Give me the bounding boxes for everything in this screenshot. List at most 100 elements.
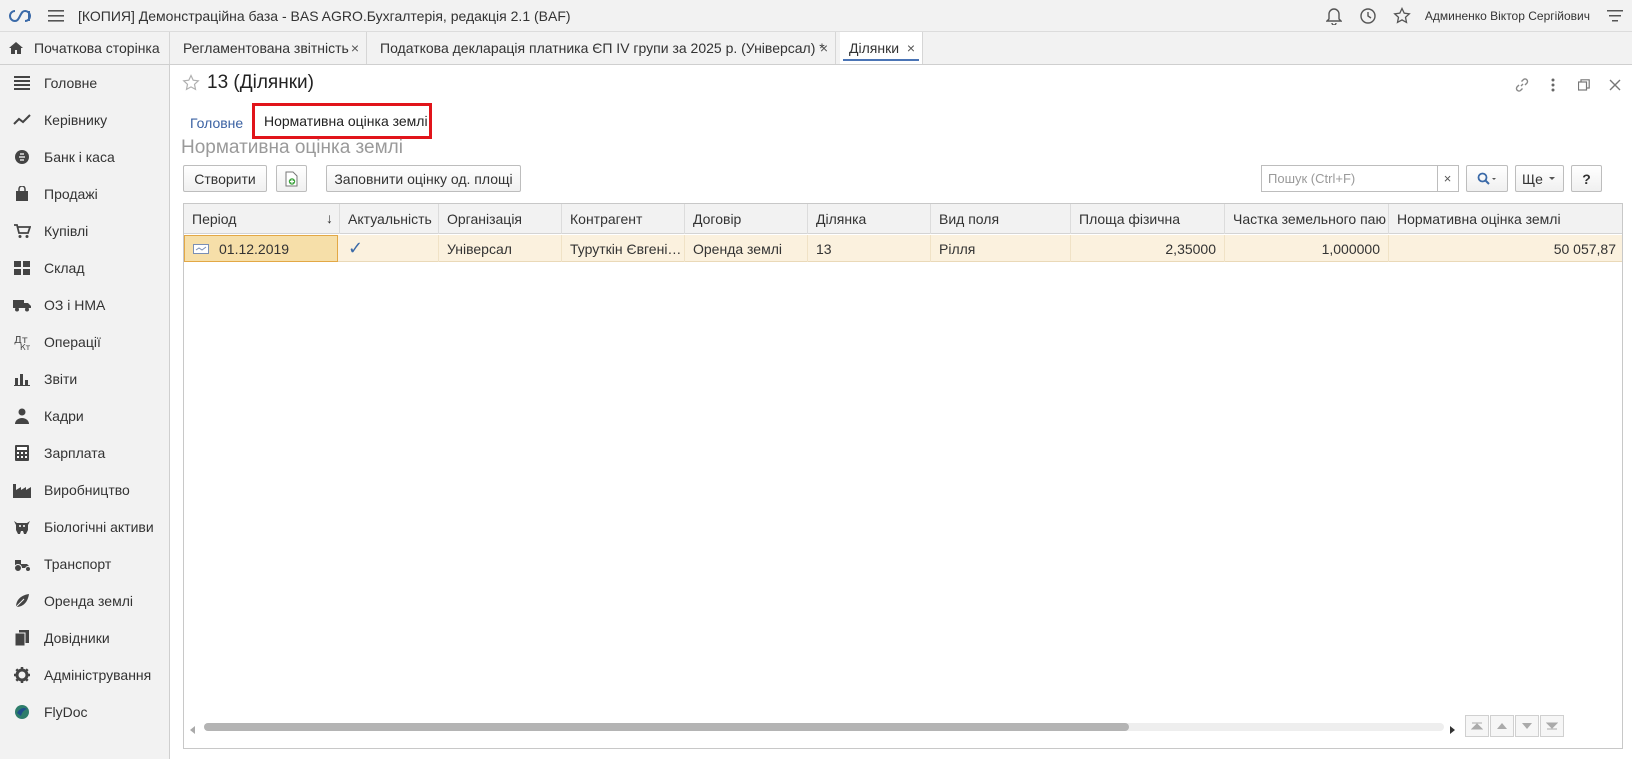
sidebar-item-hr[interactable]: Кадри [0, 398, 169, 434]
sidebar-item-administration[interactable]: Адміністрування [0, 657, 169, 693]
cell-area[interactable]: 2,35000 [1071, 235, 1225, 262]
menu-icon[interactable] [40, 0, 72, 32]
section-tab-land-valuation[interactable]: Нормативна оцінка землі [252, 103, 432, 139]
sidebar-item-sales[interactable]: Продажі [0, 176, 169, 212]
valuation-table[interactable]: Період ↓ Актуальність Організація Контра… [183, 203, 1623, 749]
help-button[interactable]: ? [1571, 165, 1602, 192]
settings-menu-icon[interactable] [1598, 0, 1632, 32]
cell-valuation[interactable]: 50 057,87 [1389, 235, 1622, 262]
favorite-star-icon[interactable] [182, 74, 200, 95]
page-down-icon[interactable] [1515, 715, 1539, 737]
sidebar-item-bank[interactable]: Банк і каса [0, 139, 169, 175]
close-icon[interactable]: × [820, 40, 828, 56]
fill-valuation-button[interactable]: Заповнити оцінку од. площі [326, 165, 521, 192]
sidebar-item-label: Склад [44, 260, 85, 276]
tab-tax-declaration[interactable]: Податкова декларація платника ЄП IV груп… [371, 32, 836, 64]
sidebar-item-fixed-assets[interactable]: ОЗ і НМА [0, 287, 169, 323]
close-icon[interactable]: × [907, 40, 915, 56]
sidebar-item-warehouse[interactable]: Склад [0, 250, 169, 286]
history-icon[interactable] [1351, 0, 1385, 32]
sidebar-item-label: Зарплата [44, 445, 106, 461]
more-vertical-icon[interactable] [1543, 75, 1563, 95]
cell-field-type[interactable]: Рілля [931, 235, 1071, 262]
open-windows-bar: Початкова сторінка Регламентована звітні… [0, 32, 1632, 65]
cell-contract[interactable]: Оренда землі [685, 235, 808, 262]
sidebar-item-label: Адміністрування [44, 667, 152, 683]
sidebar-item-directories[interactable]: Довідники [0, 620, 169, 656]
truck-icon [0, 298, 44, 312]
bell-icon[interactable] [1317, 0, 1351, 32]
close-icon[interactable]: × [351, 40, 359, 56]
bas-logo-icon[interactable] [0, 0, 40, 32]
cell-actuality-check-icon[interactable]: ✓ [340, 235, 439, 262]
scroll-left-icon[interactable] [190, 721, 196, 737]
operations-icon: Дт Кт [0, 334, 44, 350]
sidebar-item-reports[interactable]: Звіти [0, 361, 169, 397]
go-last-icon[interactable] [1540, 715, 1564, 737]
column-header-contract[interactable]: Договір [685, 204, 808, 234]
app-title: [КОПИЯ] Демонстраційна база - BAS AGRO.Б… [78, 7, 571, 24]
sidebar: Головне Керівнику Банк і каса Продажі Ку… [0, 65, 170, 759]
sidebar-item-transport[interactable]: Транспорт [0, 546, 169, 582]
home-icon [9, 42, 23, 54]
cell-organization[interactable]: Універсал [439, 235, 562, 262]
create-button[interactable]: Створити [183, 165, 267, 192]
group-title: Нормативна оцінка землі [181, 137, 403, 158]
scroll-right-icon[interactable] [1450, 721, 1456, 737]
sort-down-icon[interactable]: ↓ [326, 210, 333, 226]
calculator-icon [0, 445, 44, 461]
page-up-icon[interactable] [1490, 715, 1514, 737]
column-header-area[interactable]: Площа фізична [1071, 204, 1225, 234]
sidebar-item-label: Купівлі [44, 223, 89, 239]
horizontal-scrollbar[interactable] [204, 723, 1444, 731]
record-icon [193, 243, 209, 254]
sidebar-item-bio-assets[interactable]: Біологічні активи [0, 509, 169, 545]
sidebar-item-flydoc[interactable]: FlyDoc [0, 694, 169, 730]
section-tab-main[interactable]: Головне [190, 110, 243, 136]
title-bar: [КОПИЯ] Демонстраційна база - BAS AGRO.Б… [0, 0, 1632, 32]
search-button[interactable] [1466, 165, 1508, 192]
column-title: Період [192, 211, 237, 227]
column-header-actuality[interactable]: Актуальність [340, 204, 439, 234]
column-header-organization[interactable]: Організація [439, 204, 562, 234]
close-form-icon[interactable] [1605, 75, 1625, 95]
column-header-period[interactable]: Період ↓ [184, 204, 340, 234]
chevron-down-icon [1548, 176, 1555, 180]
search-clear-button[interactable]: × [1437, 165, 1459, 192]
link-icon[interactable] [1512, 75, 1532, 95]
scrollbar-thumb[interactable] [204, 723, 1129, 731]
search-input[interactable]: Пошук (Ctrl+F) [1261, 165, 1438, 192]
warehouse-icon [0, 261, 44, 275]
sidebar-item-purchases[interactable]: Купівлі [0, 213, 169, 249]
sidebar-item-production[interactable]: Виробництво [0, 472, 169, 508]
more-button[interactable]: Ще [1515, 165, 1564, 192]
sidebar-item-main[interactable]: Головне [0, 65, 169, 101]
sidebar-item-salary[interactable]: Зарплата [0, 435, 169, 471]
column-header-counterparty[interactable]: Контрагент [562, 204, 685, 234]
cell-share[interactable]: 1,000000 [1225, 235, 1389, 262]
sidebar-item-operations[interactable]: Дт Кт Операції [0, 324, 169, 360]
column-header-plot[interactable]: Ділянка [808, 204, 931, 234]
svg-text:Кт: Кт [20, 343, 30, 350]
column-header-share[interactable]: Частка земельного паю [1225, 204, 1389, 234]
sidebar-item-label: Звіти [44, 371, 78, 387]
home-tab[interactable]: Початкова сторінка [0, 32, 170, 64]
tab-label: Податкова декларація платника ЄП IV груп… [380, 40, 825, 56]
column-header-valuation[interactable]: Нормативна оцінка землі [1389, 204, 1622, 234]
sidebar-item-manager[interactable]: Керівнику [0, 102, 169, 138]
cell-plot[interactable]: 13 [808, 235, 931, 262]
user-name[interactable]: Админенко Віктор Сергійович [1425, 9, 1590, 23]
favorites-star-icon[interactable] [1385, 0, 1419, 32]
cell-period[interactable]: 01.12.2019 [184, 235, 338, 262]
tab-plots[interactable]: Ділянки × [840, 32, 923, 64]
sidebar-item-land-lease[interactable]: Оренда землі [0, 583, 169, 619]
tab-regulated-reports[interactable]: Регламентована звітність × [174, 32, 367, 64]
bar-chart-icon [0, 372, 44, 386]
cell-counterparty[interactable]: Туруткін Євгені… [562, 235, 685, 262]
flydoc-icon [0, 704, 44, 720]
go-first-icon[interactable] [1465, 715, 1489, 737]
column-header-field-type[interactable]: Вид поля [931, 204, 1071, 234]
copy-button[interactable] [276, 165, 307, 192]
restore-window-icon[interactable] [1574, 75, 1594, 95]
table-row[interactable]: 01.12.2019 ✓ Універсал Туруткін Євгені… … [184, 235, 1622, 262]
